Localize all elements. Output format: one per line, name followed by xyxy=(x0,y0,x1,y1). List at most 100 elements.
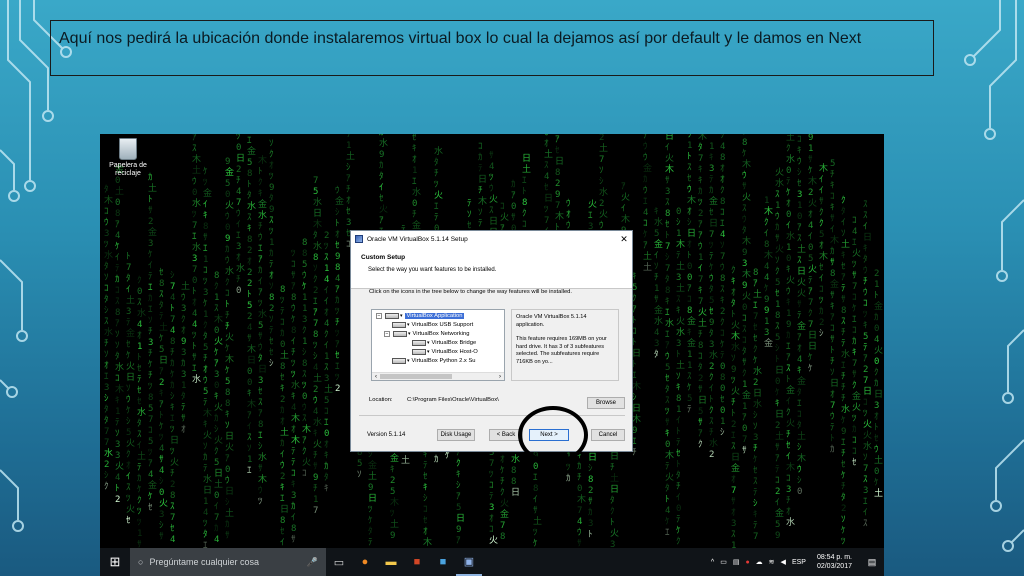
svg-text:3: 3 xyxy=(148,239,153,249)
search-box[interactable]: ○ Pregúntame cualquier cosa 🎤 xyxy=(130,548,326,576)
clock-date: 02/03/2017 xyxy=(816,563,852,570)
dropdown-icon[interactable]: ▾ xyxy=(407,322,410,328)
svg-text:土: 土 xyxy=(874,454,883,466)
network-icon[interactable]: ▤ xyxy=(733,558,740,566)
svg-text:ﾄ: ﾄ xyxy=(731,310,736,320)
firefox-icon[interactable]: ● xyxy=(352,548,378,576)
battery-icon[interactable]: ▭ xyxy=(720,558,727,566)
svg-text:ｾ: ｾ xyxy=(676,448,681,459)
svg-text:5: 5 xyxy=(203,343,208,353)
svg-text:日: 日 xyxy=(709,218,718,229)
disk-usage-button[interactable]: Disk Usage xyxy=(437,429,475,441)
svg-text:ｱ: ｱ xyxy=(687,284,692,294)
notifications-icon[interactable]: ▤ xyxy=(863,557,881,568)
svg-text:ｼ: ｼ xyxy=(753,499,758,509)
svg-text:ｾ: ｾ xyxy=(159,267,164,278)
svg-text:ﾄ: ﾄ xyxy=(775,355,780,365)
svg-text:日: 日 xyxy=(247,355,256,366)
scroll-thumb[interactable] xyxy=(380,374,452,379)
language-indicator[interactable]: ESP xyxy=(792,559,806,566)
svg-text:ｵ: ｵ xyxy=(324,307,329,318)
svg-text:ｻ: ｻ xyxy=(181,413,186,424)
svg-text:日: 日 xyxy=(874,389,883,400)
svg-text:ｿ: ｿ xyxy=(148,316,153,326)
tree-item[interactable]: ▾ VirtualBox Bridge xyxy=(412,339,476,347)
svg-text:火: 火 xyxy=(500,212,509,223)
virtualbox-taskbar-icon[interactable]: ▣ xyxy=(456,548,482,576)
tree-item[interactable]: − ▾ VirtualBox Networking xyxy=(384,330,469,338)
cloud-icon[interactable]: ☁ xyxy=(756,558,763,566)
dropdown-icon[interactable]: ▾ xyxy=(427,340,430,346)
svg-text:5: 5 xyxy=(324,396,329,406)
scroll-left-icon[interactable]: ‹ xyxy=(372,373,380,381)
powerpoint-icon[interactable]: ■ xyxy=(404,548,430,576)
svg-text:3: 3 xyxy=(115,440,120,450)
collapse-icon[interactable]: − xyxy=(384,331,390,337)
svg-text:ﾀ: ﾀ xyxy=(203,529,208,540)
volume-icon[interactable]: ◀ xyxy=(781,558,786,566)
clock[interactable]: 08:54 p. m. 02/03/2017 xyxy=(817,553,852,571)
svg-text:7: 7 xyxy=(192,221,197,231)
svg-text:ﾄ: ﾄ xyxy=(665,495,670,505)
dropdown-icon[interactable]: ▾ xyxy=(408,331,411,337)
svg-text:ｴ: ｴ xyxy=(324,418,329,428)
svg-text:3: 3 xyxy=(764,328,769,338)
svg-text:2: 2 xyxy=(159,378,164,388)
close-icon[interactable]: ✕ xyxy=(616,231,632,247)
collapse-icon[interactable]: − xyxy=(376,313,382,319)
tree-item[interactable]: − ▾ VirtualBox Application xyxy=(376,312,465,320)
svg-text:土: 土 xyxy=(533,515,542,527)
browse-button[interactable]: Browse xyxy=(587,397,625,409)
svg-text:2: 2 xyxy=(390,476,395,486)
feature-tree[interactable]: − ▾ VirtualBox Application ▾ VirtualBox … xyxy=(371,309,505,381)
svg-text:ｼ: ｼ xyxy=(335,208,340,218)
svg-text:1: 1 xyxy=(654,284,659,294)
svg-text:ｳ: ｳ xyxy=(687,134,692,140)
svg-text:ｵ: ｵ xyxy=(720,163,725,174)
svg-text:7: 7 xyxy=(104,438,109,448)
svg-text:7: 7 xyxy=(544,216,549,226)
svg-text:ｸ: ｸ xyxy=(819,207,824,218)
svg-text:ｷ: ｷ xyxy=(225,410,230,420)
svg-text:ｶ: ｶ xyxy=(874,312,879,323)
tree-item[interactable]: ▾ VirtualBox Python 2.x Su xyxy=(392,357,476,365)
file-explorer-icon[interactable]: ▬ xyxy=(378,548,404,576)
svg-text:0: 0 xyxy=(214,326,219,336)
tree-item[interactable]: ▾ VirtualBox Host-O xyxy=(412,348,478,356)
cancel-button[interactable]: Cancel xyxy=(591,429,625,441)
svg-text:木: 木 xyxy=(621,213,630,225)
windows-start-icon[interactable]: ⊞ xyxy=(100,548,130,576)
svg-text:2: 2 xyxy=(588,486,593,496)
svg-text:ｻ: ｻ xyxy=(665,417,670,428)
svg-text:ｸ: ｸ xyxy=(742,368,747,379)
svg-text:ｱ: ｱ xyxy=(665,341,670,351)
svg-text:ｱ: ｱ xyxy=(830,313,835,323)
app-icon[interactable]: ■ xyxy=(430,548,456,576)
svg-text:ｵ: ｵ xyxy=(346,195,351,206)
task-view-icon[interactable]: ▭ xyxy=(326,548,352,576)
tree-item[interactable]: ▾ VirtualBox USB Support xyxy=(392,321,473,329)
svg-text:ﾀ: ﾀ xyxy=(841,492,846,503)
svg-text:3: 3 xyxy=(291,491,296,501)
svg-text:日: 日 xyxy=(313,208,322,219)
scroll-right-icon[interactable]: › xyxy=(496,373,504,381)
dropdown-icon[interactable]: ▾ xyxy=(407,358,410,364)
svg-text:ｾ: ｾ xyxy=(753,465,758,476)
dropdown-icon[interactable]: ▾ xyxy=(427,349,430,355)
dropdown-icon[interactable]: ▾ xyxy=(400,313,403,319)
svg-text:1: 1 xyxy=(764,196,769,206)
svg-text:8: 8 xyxy=(335,263,340,273)
svg-text:ｺ: ｺ xyxy=(104,284,109,294)
svg-text:ｴ: ｴ xyxy=(665,330,670,340)
svg-text:2: 2 xyxy=(720,307,725,317)
svg-text:8: 8 xyxy=(159,279,164,289)
recycle-bin[interactable]: Papelera de reciclaje xyxy=(106,138,150,178)
horizontal-scrollbar[interactable]: ‹ › xyxy=(372,372,504,380)
app-tray-icon[interactable]: ● xyxy=(745,559,749,566)
microphone-icon[interactable]: 🎤 xyxy=(307,557,318,568)
svg-text:ﾄ: ﾄ xyxy=(687,152,692,162)
svg-text:ｱ: ｱ xyxy=(302,436,307,446)
wifi-icon[interactable]: ≋ xyxy=(769,558,775,566)
svg-text:1: 1 xyxy=(687,361,692,371)
chevron-up-icon[interactable]: ^ xyxy=(711,559,714,566)
